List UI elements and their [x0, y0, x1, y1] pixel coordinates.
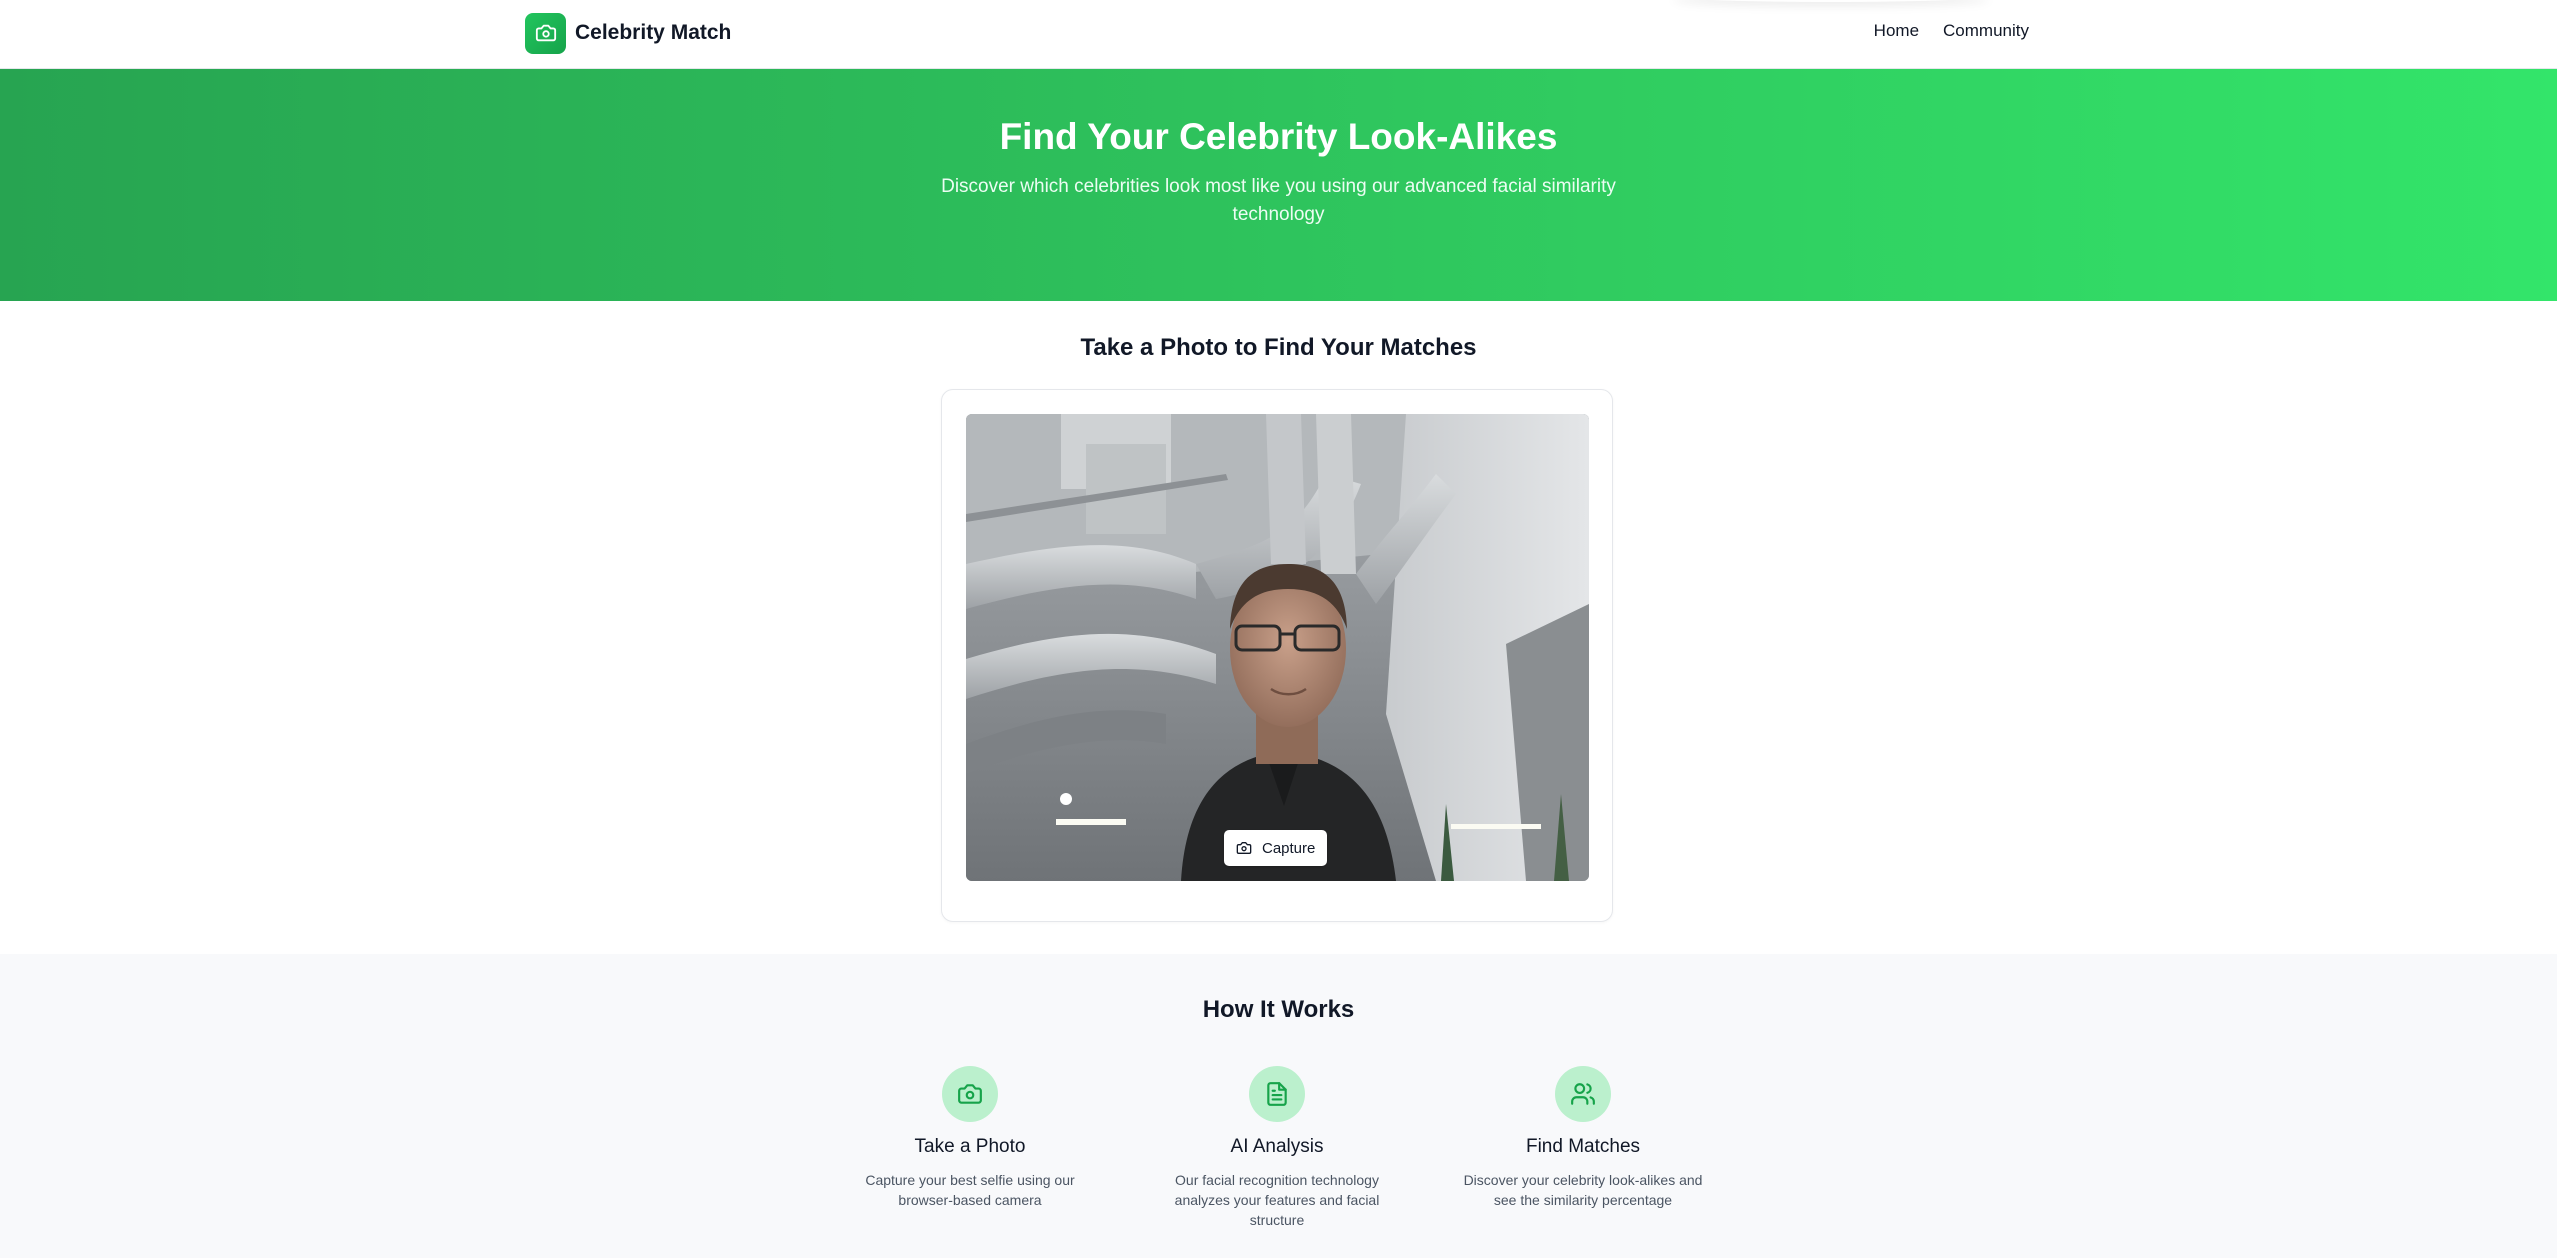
dropdown-shadow — [1672, 0, 1990, 2]
camera-feed-image — [966, 414, 1589, 881]
how-it-works-section: How It Works Take a Photo Capture your b… — [0, 954, 2557, 1258]
step-title: Find Matches — [1525, 1136, 1641, 1157]
hero-banner: Find Your Celebrity Look-Alikes Discover… — [0, 69, 2557, 301]
top-navbar: Celebrity Match Home Community — [0, 0, 2557, 69]
step-find-matches: Find Matches Discover your celebrity loo… — [1453, 1066, 1713, 1210]
step-icon-circle — [1555, 1066, 1611, 1122]
step-description: Capture your best selfie using our brows… — [865, 1172, 1075, 1208]
nav-home-link[interactable]: Home — [1874, 21, 1919, 41]
step-title: Take a Photo — [914, 1136, 1026, 1157]
document-icon — [1267, 1082, 1287, 1106]
users-icon — [1571, 1083, 1595, 1105]
step-icon-circle — [1249, 1066, 1305, 1122]
capture-section-title: Take a Photo to Find Your Matches — [1080, 334, 1477, 361]
brand-logo — [525, 12, 566, 54]
step-description: Discover your celebrity look-alikes and … — [1463, 1172, 1703, 1208]
capture-button-label: Capture — [1262, 839, 1316, 857]
hero-title: Find Your Celebrity Look-Alikes — [999, 116, 1558, 157]
camera-icon — [1236, 842, 1252, 854]
camera-icon — [535, 24, 556, 42]
camera-preview: Capture — [966, 414, 1589, 881]
main-nav: Home Community — [1874, 21, 2029, 41]
brand[interactable]: Celebrity Match — [525, 12, 731, 54]
step-description: Our facial recognition technology analyz… — [1174, 1172, 1380, 1228]
how-it-works-title: How It Works — [1202, 996, 1355, 1023]
step-title: AI Analysis — [1230, 1136, 1324, 1157]
step-ai-analysis: AI Analysis Our facial recognition techn… — [1147, 1066, 1407, 1230]
step-take-photo: Take a Photo Capture your best selfie us… — [840, 1066, 1100, 1210]
hero-subtitle: Discover which celebrities look most lik… — [941, 176, 1616, 225]
capture-button[interactable]: Capture — [1224, 830, 1328, 866]
camera-icon — [958, 1084, 982, 1104]
camera-card: Capture — [941, 389, 1613, 922]
nav-community-link[interactable]: Community — [1943, 21, 2029, 41]
step-icon-circle — [942, 1066, 998, 1122]
brand-name: Celebrity Match — [575, 21, 732, 44]
